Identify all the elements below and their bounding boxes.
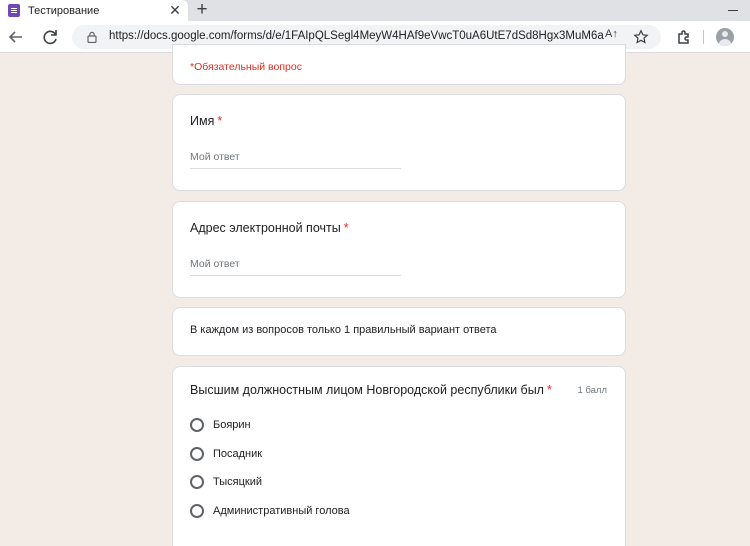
active-tab[interactable]: Тестирование ✕ bbox=[0, 0, 188, 21]
bookmark-star-icon[interactable] bbox=[633, 29, 649, 45]
toolbar-divider bbox=[703, 30, 704, 44]
required-asterisk: * bbox=[343, 221, 349, 235]
question-title-text: Высшим должностным лицом Новгородской ре… bbox=[190, 383, 544, 397]
minimize-icon[interactable] bbox=[728, 3, 738, 11]
question-title-text: Имя bbox=[190, 114, 215, 128]
question-1-card: Высшим должностным лицом Новгородской ре… bbox=[172, 366, 626, 546]
option-tysyatsky[interactable]: Тысяцкий bbox=[190, 475, 262, 489]
extensions-icon[interactable] bbox=[675, 28, 693, 46]
url-text[interactable]: https://docs.google.com/forms/d/e/1FAIpQ… bbox=[109, 30, 604, 42]
required-asterisk: * bbox=[546, 383, 552, 397]
option-label: Посадник bbox=[213, 448, 263, 460]
email-answer-input[interactable] bbox=[190, 256, 401, 276]
option-label: Боярин bbox=[213, 419, 251, 431]
read-aloud-icon[interactable]: A↑ bbox=[605, 28, 618, 40]
tab-strip: Тестирование ✕ + bbox=[0, 0, 750, 21]
question-title-text: Адрес электронной почты bbox=[190, 221, 341, 235]
option-admin-head[interactable]: Административный голова bbox=[190, 504, 350, 518]
required-asterisk: * bbox=[217, 114, 223, 128]
radio-button[interactable] bbox=[190, 447, 204, 461]
points-label: 1 балл bbox=[577, 385, 607, 396]
email-question-card: Адрес электронной почты * bbox=[172, 201, 626, 298]
name-question-card: Имя * bbox=[172, 94, 626, 191]
google-forms-icon bbox=[8, 4, 20, 17]
back-arrow-icon[interactable] bbox=[6, 27, 26, 47]
email-question-title: Адрес электронной почты * bbox=[190, 221, 349, 235]
name-question-title: Имя * bbox=[190, 114, 222, 128]
lock-icon[interactable] bbox=[86, 31, 98, 43]
question-1-title: Высшим должностным лицом Новгородской ре… bbox=[190, 383, 552, 397]
name-answer-input[interactable] bbox=[190, 149, 401, 169]
required-note: *Обязательный вопрос bbox=[190, 61, 302, 73]
radio-button[interactable] bbox=[190, 504, 204, 518]
reload-icon[interactable] bbox=[40, 27, 60, 47]
option-label: Тысяцкий bbox=[213, 476, 263, 488]
close-tab-icon[interactable]: ✕ bbox=[167, 2, 183, 19]
radio-button[interactable] bbox=[190, 475, 204, 489]
option-posadnik[interactable]: Посадник bbox=[190, 447, 262, 461]
info-text: В каждом из вопросов только 1 правильный… bbox=[190, 324, 497, 336]
profile-avatar[interactable] bbox=[716, 28, 734, 46]
option-label: Административный голова bbox=[213, 505, 350, 517]
radio-button[interactable] bbox=[190, 418, 204, 432]
option-boyarin[interactable]: Боярин bbox=[190, 418, 251, 432]
form-header-card: *Обязательный вопрос bbox=[172, 44, 626, 85]
new-tab-button[interactable]: + bbox=[194, 0, 210, 21]
info-card: В каждом из вопросов только 1 правильный… bbox=[172, 307, 626, 356]
tab-title: Тестирование bbox=[28, 4, 100, 17]
